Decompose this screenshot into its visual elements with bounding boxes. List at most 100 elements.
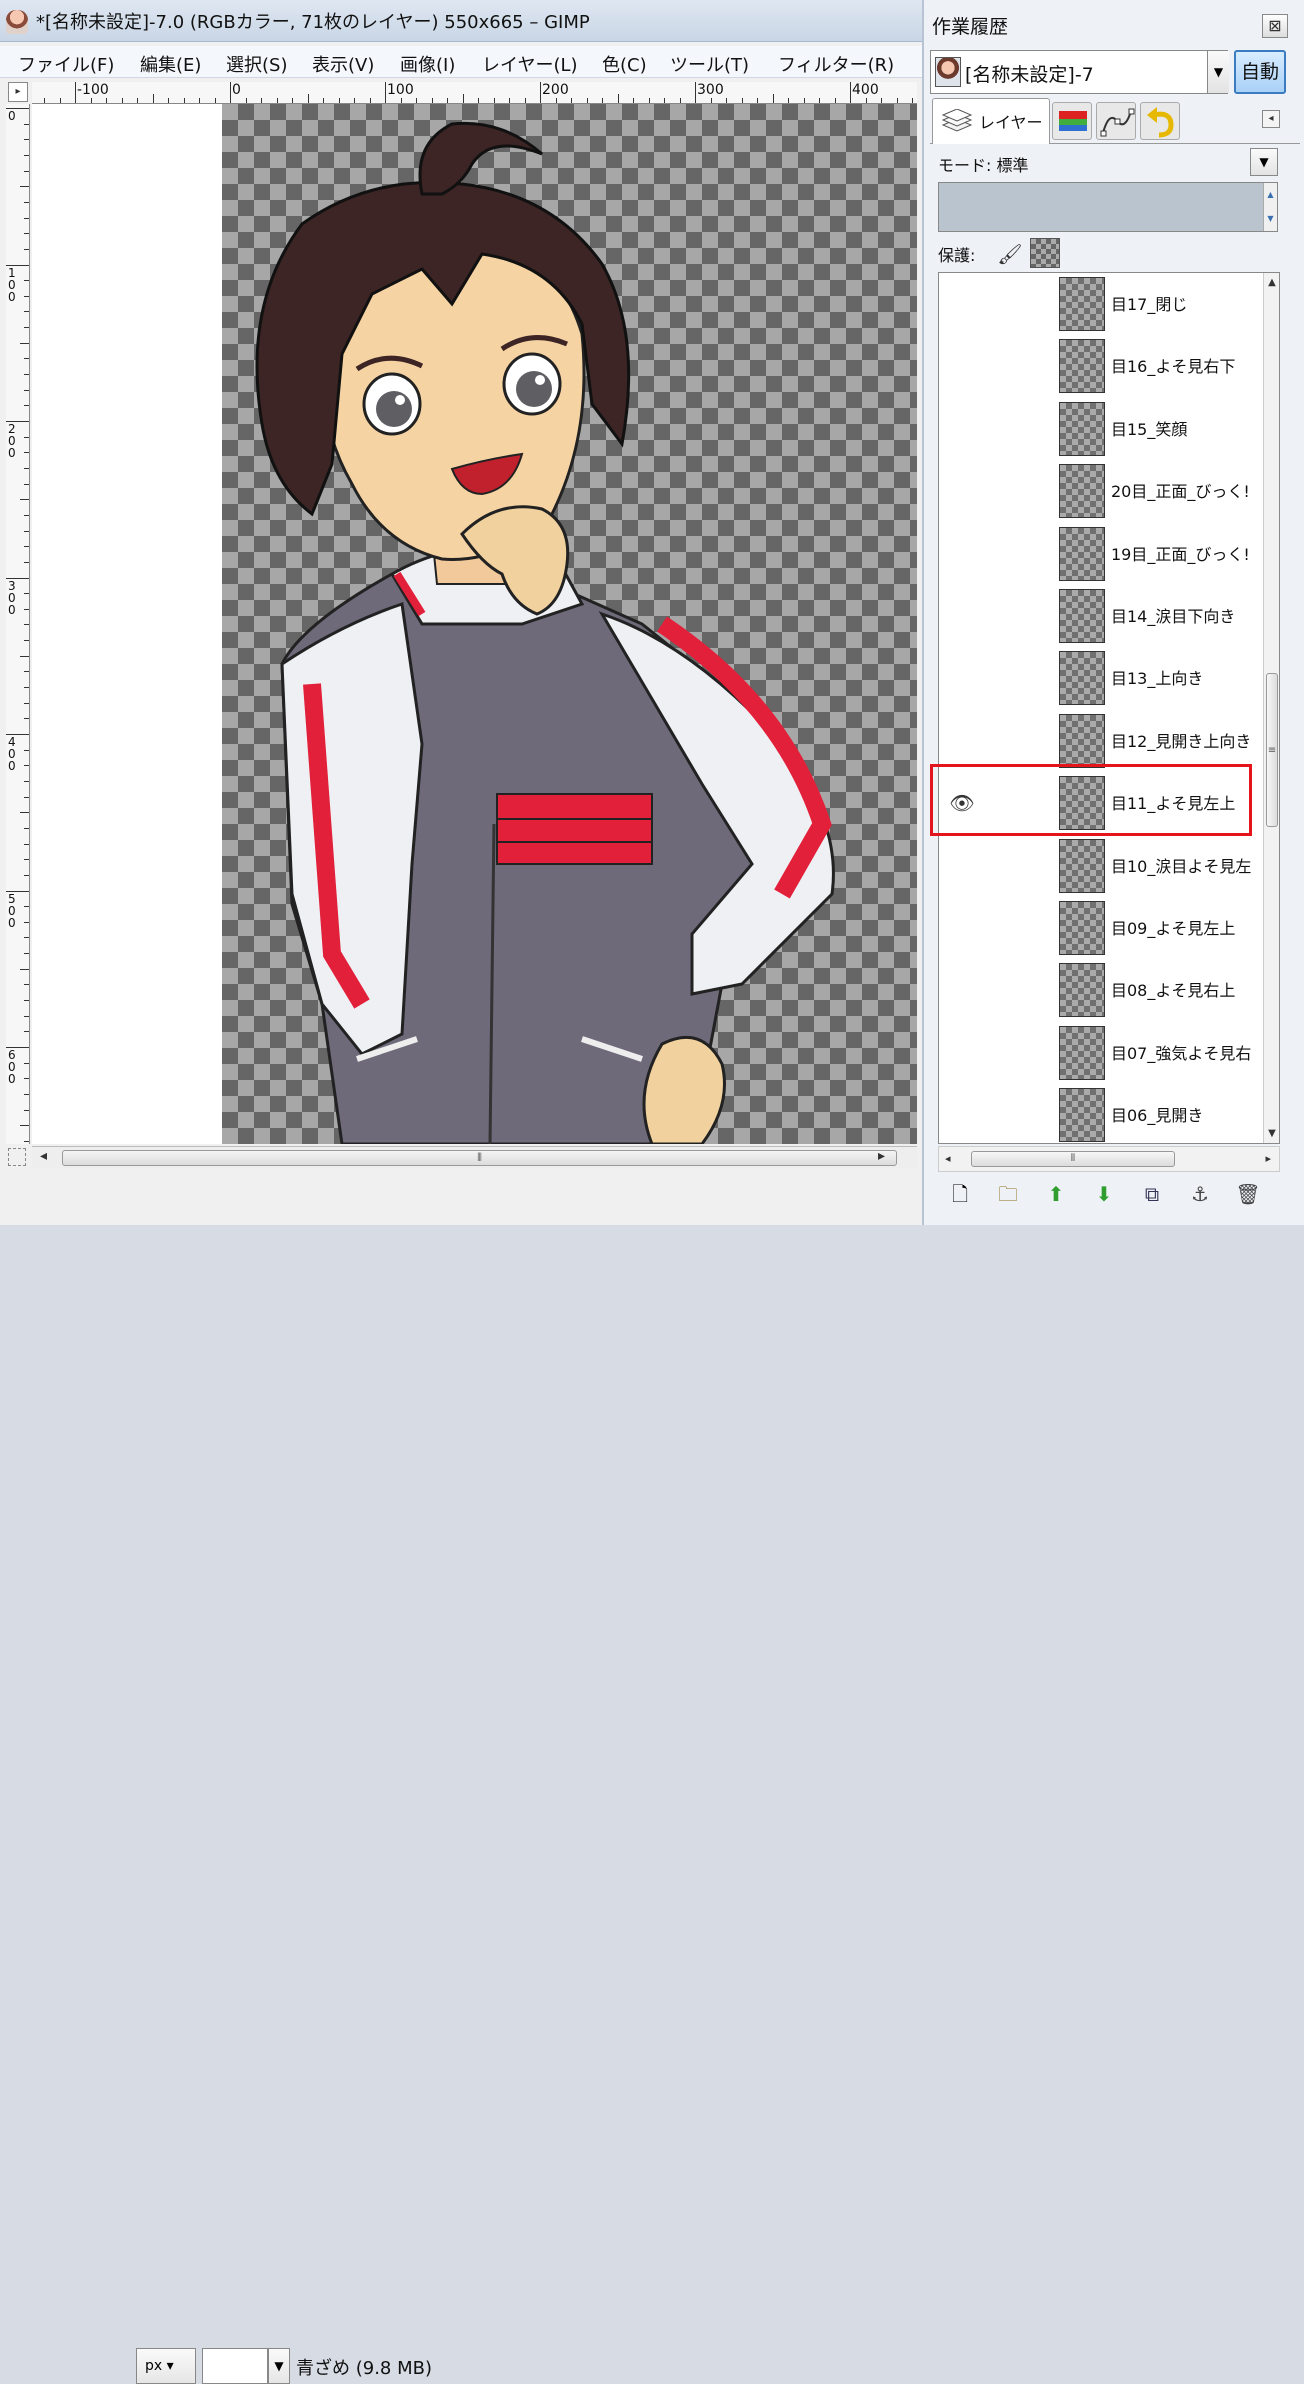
layer-action-buttons: 🗋 🗀 ⬆ ⬇ ⧉ ⚓ 🗑 bbox=[938, 1176, 1280, 1212]
scroll-right-icon[interactable]: ▸ bbox=[878, 1148, 885, 1164]
delete-layer-icon[interactable]: 🗑 bbox=[1232, 1178, 1264, 1210]
visibility-eye-icon[interactable] bbox=[949, 853, 975, 879]
menu-item[interactable]: 選択(S) bbox=[226, 51, 287, 77]
menu-item[interactable]: 表示(V) bbox=[312, 51, 374, 77]
layer-row[interactable]: 目13_上向き bbox=[939, 647, 1265, 709]
layer-row[interactable]: 目14_涙目下向き bbox=[939, 585, 1265, 647]
character-illustration bbox=[255, 121, 835, 1144]
layer-thumbnail bbox=[1059, 589, 1105, 643]
image-canvas[interactable] bbox=[32, 104, 917, 1144]
layer-row[interactable]: 目16_よそ見右下 bbox=[939, 335, 1265, 397]
duplicate-layer-icon[interactable]: ⧉ bbox=[1136, 1178, 1168, 1210]
layer-name: 目06_見開き bbox=[1111, 1106, 1204, 1126]
new-layer-icon[interactable]: 🗋 bbox=[944, 1178, 976, 1210]
layer-name: 目16_よそ見右下 bbox=[1111, 357, 1236, 377]
opacity-spin-icon[interactable]: ▲ ▼ bbox=[1263, 183, 1277, 231]
layer-list-horizontal-scrollbar[interactable]: ◂ ⦀ ▸ bbox=[938, 1146, 1280, 1172]
anchor-layer-icon[interactable]: ⚓ bbox=[1184, 1178, 1216, 1210]
opacity-slider[interactable]: ▲ ▼ bbox=[938, 182, 1278, 232]
visibility-eye-icon[interactable] bbox=[949, 353, 975, 379]
zoom-field[interactable] bbox=[202, 2348, 268, 2384]
navigate-icon[interactable] bbox=[8, 1148, 26, 1166]
scrollbar-thumb[interactable]: ≡ bbox=[1266, 673, 1278, 827]
scroll-up-icon[interactable]: ▲ bbox=[1264, 277, 1279, 288]
scroll-down-icon[interactable]: ▼ bbox=[1264, 1128, 1279, 1139]
menu-item[interactable]: レイヤー(L) bbox=[482, 51, 578, 77]
layer-row[interactable]: 目15_笑顔 bbox=[939, 398, 1265, 460]
layer-row[interactable]: 目10_涙目よそ見左 bbox=[939, 835, 1265, 897]
visibility-eye-icon[interactable] bbox=[949, 665, 975, 691]
lock-alpha-icon[interactable] bbox=[1030, 238, 1060, 268]
undo-history-icon[interactable] bbox=[1140, 102, 1180, 140]
vertical-ruler[interactable]: 0 100 200 300 400 500 600 bbox=[6, 104, 30, 1144]
lock-pixels-icon[interactable]: 🖌 bbox=[996, 240, 1024, 268]
layer-row[interactable]: 19目_正面_びっく! bbox=[939, 523, 1265, 585]
menu-item[interactable]: 編集(E) bbox=[140, 51, 201, 77]
ruler-tick bbox=[24, 1109, 29, 1111]
tab-layers[interactable]: レイヤー bbox=[932, 98, 1050, 144]
unit-selector[interactable]: px ▾ bbox=[136, 2348, 196, 2384]
scroll-left-icon[interactable]: ◂ bbox=[945, 1152, 951, 1165]
visibility-eye-icon[interactable] bbox=[949, 728, 975, 754]
ruler-tick bbox=[24, 436, 29, 438]
paths-icon[interactable] bbox=[1096, 102, 1136, 140]
visibility-eye-icon[interactable] bbox=[949, 603, 975, 629]
canvas-horizontal-scrollbar[interactable]: ⦀ bbox=[32, 1146, 917, 1168]
visibility-eye-icon[interactable] bbox=[949, 915, 975, 941]
ruler-tick bbox=[24, 248, 29, 250]
menu-item[interactable]: ファイル(F) bbox=[18, 51, 114, 77]
ruler-tick bbox=[757, 98, 758, 103]
menu-item[interactable]: フィルター(R) bbox=[778, 51, 894, 77]
ruler-tick bbox=[24, 765, 29, 767]
layer-row[interactable]: 目08_よそ見右上 bbox=[939, 959, 1265, 1021]
image-selector[interactable]: [名称未設定]-7 ▼ bbox=[930, 50, 1229, 94]
scrollbar-thumb[interactable]: ⦀ bbox=[971, 1151, 1175, 1167]
layer-list[interactable]: ▲ ≡ ▼ 目17_閉じ目16_よそ見右下目15_笑顔 20目_正面_びっく! 19… bbox=[938, 272, 1280, 1144]
layer-row[interactable]: 目12_見開き上向き bbox=[939, 710, 1265, 772]
ruler-tick bbox=[24, 295, 29, 297]
visibility-eye-icon[interactable] bbox=[949, 541, 975, 567]
chevron-down-icon[interactable]: ▼ bbox=[1207, 51, 1229, 93]
new-layer-group-icon[interactable]: 🗀 bbox=[992, 1178, 1024, 1210]
layer-list-scrollbar[interactable]: ▲ ≡ ▼ bbox=[1263, 273, 1279, 1143]
visibility-eye-icon[interactable] bbox=[949, 416, 975, 442]
auto-button[interactable]: 自動 bbox=[1234, 50, 1286, 94]
ruler-tick bbox=[292, 98, 293, 103]
ruler-tick bbox=[24, 280, 29, 282]
horizontal-ruler[interactable]: -100 0 100 200 300 400 bbox=[32, 82, 917, 104]
ruler-label: 0 bbox=[8, 109, 16, 123]
mode-dropdown-icon[interactable]: ▼ bbox=[1250, 148, 1278, 176]
zoom-dropdown-icon[interactable]: ▼ bbox=[268, 2348, 290, 2384]
ruler-tick bbox=[24, 467, 29, 469]
channels-icon[interactable] bbox=[1052, 102, 1092, 140]
layer-row[interactable]: 目07_強気よそ見右 bbox=[939, 1022, 1265, 1084]
ruler-tick bbox=[20, 499, 29, 501]
menu-item[interactable]: ツール(T) bbox=[670, 51, 749, 77]
visibility-eye-icon[interactable] bbox=[949, 1102, 975, 1128]
layer-row[interactable]: 目09_よそ見左上 bbox=[939, 897, 1265, 959]
layer-thumbnail bbox=[1059, 713, 1105, 768]
quick-mask-toggle-icon[interactable]: ▸ bbox=[8, 82, 28, 102]
scroll-left-icon[interactable]: ◂ bbox=[40, 1148, 47, 1164]
window-title: *[名称未設定]-7.0 (RGBカラー, 71枚のレイヤー) 550x665 … bbox=[36, 12, 590, 33]
scrollbar-thumb[interactable]: ⦀ bbox=[62, 1150, 897, 1166]
ruler-label: 300 bbox=[697, 82, 724, 98]
visibility-eye-icon[interactable] bbox=[949, 1040, 975, 1066]
menu-item[interactable]: 色(C) bbox=[602, 51, 647, 77]
ruler-label: 300 bbox=[8, 578, 16, 617]
ruler-tick bbox=[168, 98, 169, 103]
ruler-tick bbox=[24, 389, 29, 391]
ruler-tick bbox=[912, 98, 913, 103]
raise-layer-icon[interactable]: ⬆ bbox=[1040, 1178, 1072, 1210]
visibility-eye-icon[interactable] bbox=[949, 291, 975, 317]
visibility-eye-icon[interactable] bbox=[949, 478, 975, 504]
layer-row[interactable]: 目17_閉じ bbox=[939, 273, 1265, 335]
menu-item[interactable]: 画像(I) bbox=[400, 51, 455, 77]
close-icon[interactable]: ⊠ bbox=[1262, 14, 1288, 38]
layer-row[interactable]: 20目_正面_びっく! bbox=[939, 460, 1265, 522]
visibility-eye-icon[interactable] bbox=[949, 977, 975, 1003]
layer-row[interactable]: 目06_見開き bbox=[939, 1084, 1265, 1143]
tab-menu-icon[interactable]: ◂ bbox=[1262, 110, 1280, 128]
lower-layer-icon[interactable]: ⬇ bbox=[1088, 1178, 1120, 1210]
scroll-right-icon[interactable]: ▸ bbox=[1265, 1152, 1271, 1165]
